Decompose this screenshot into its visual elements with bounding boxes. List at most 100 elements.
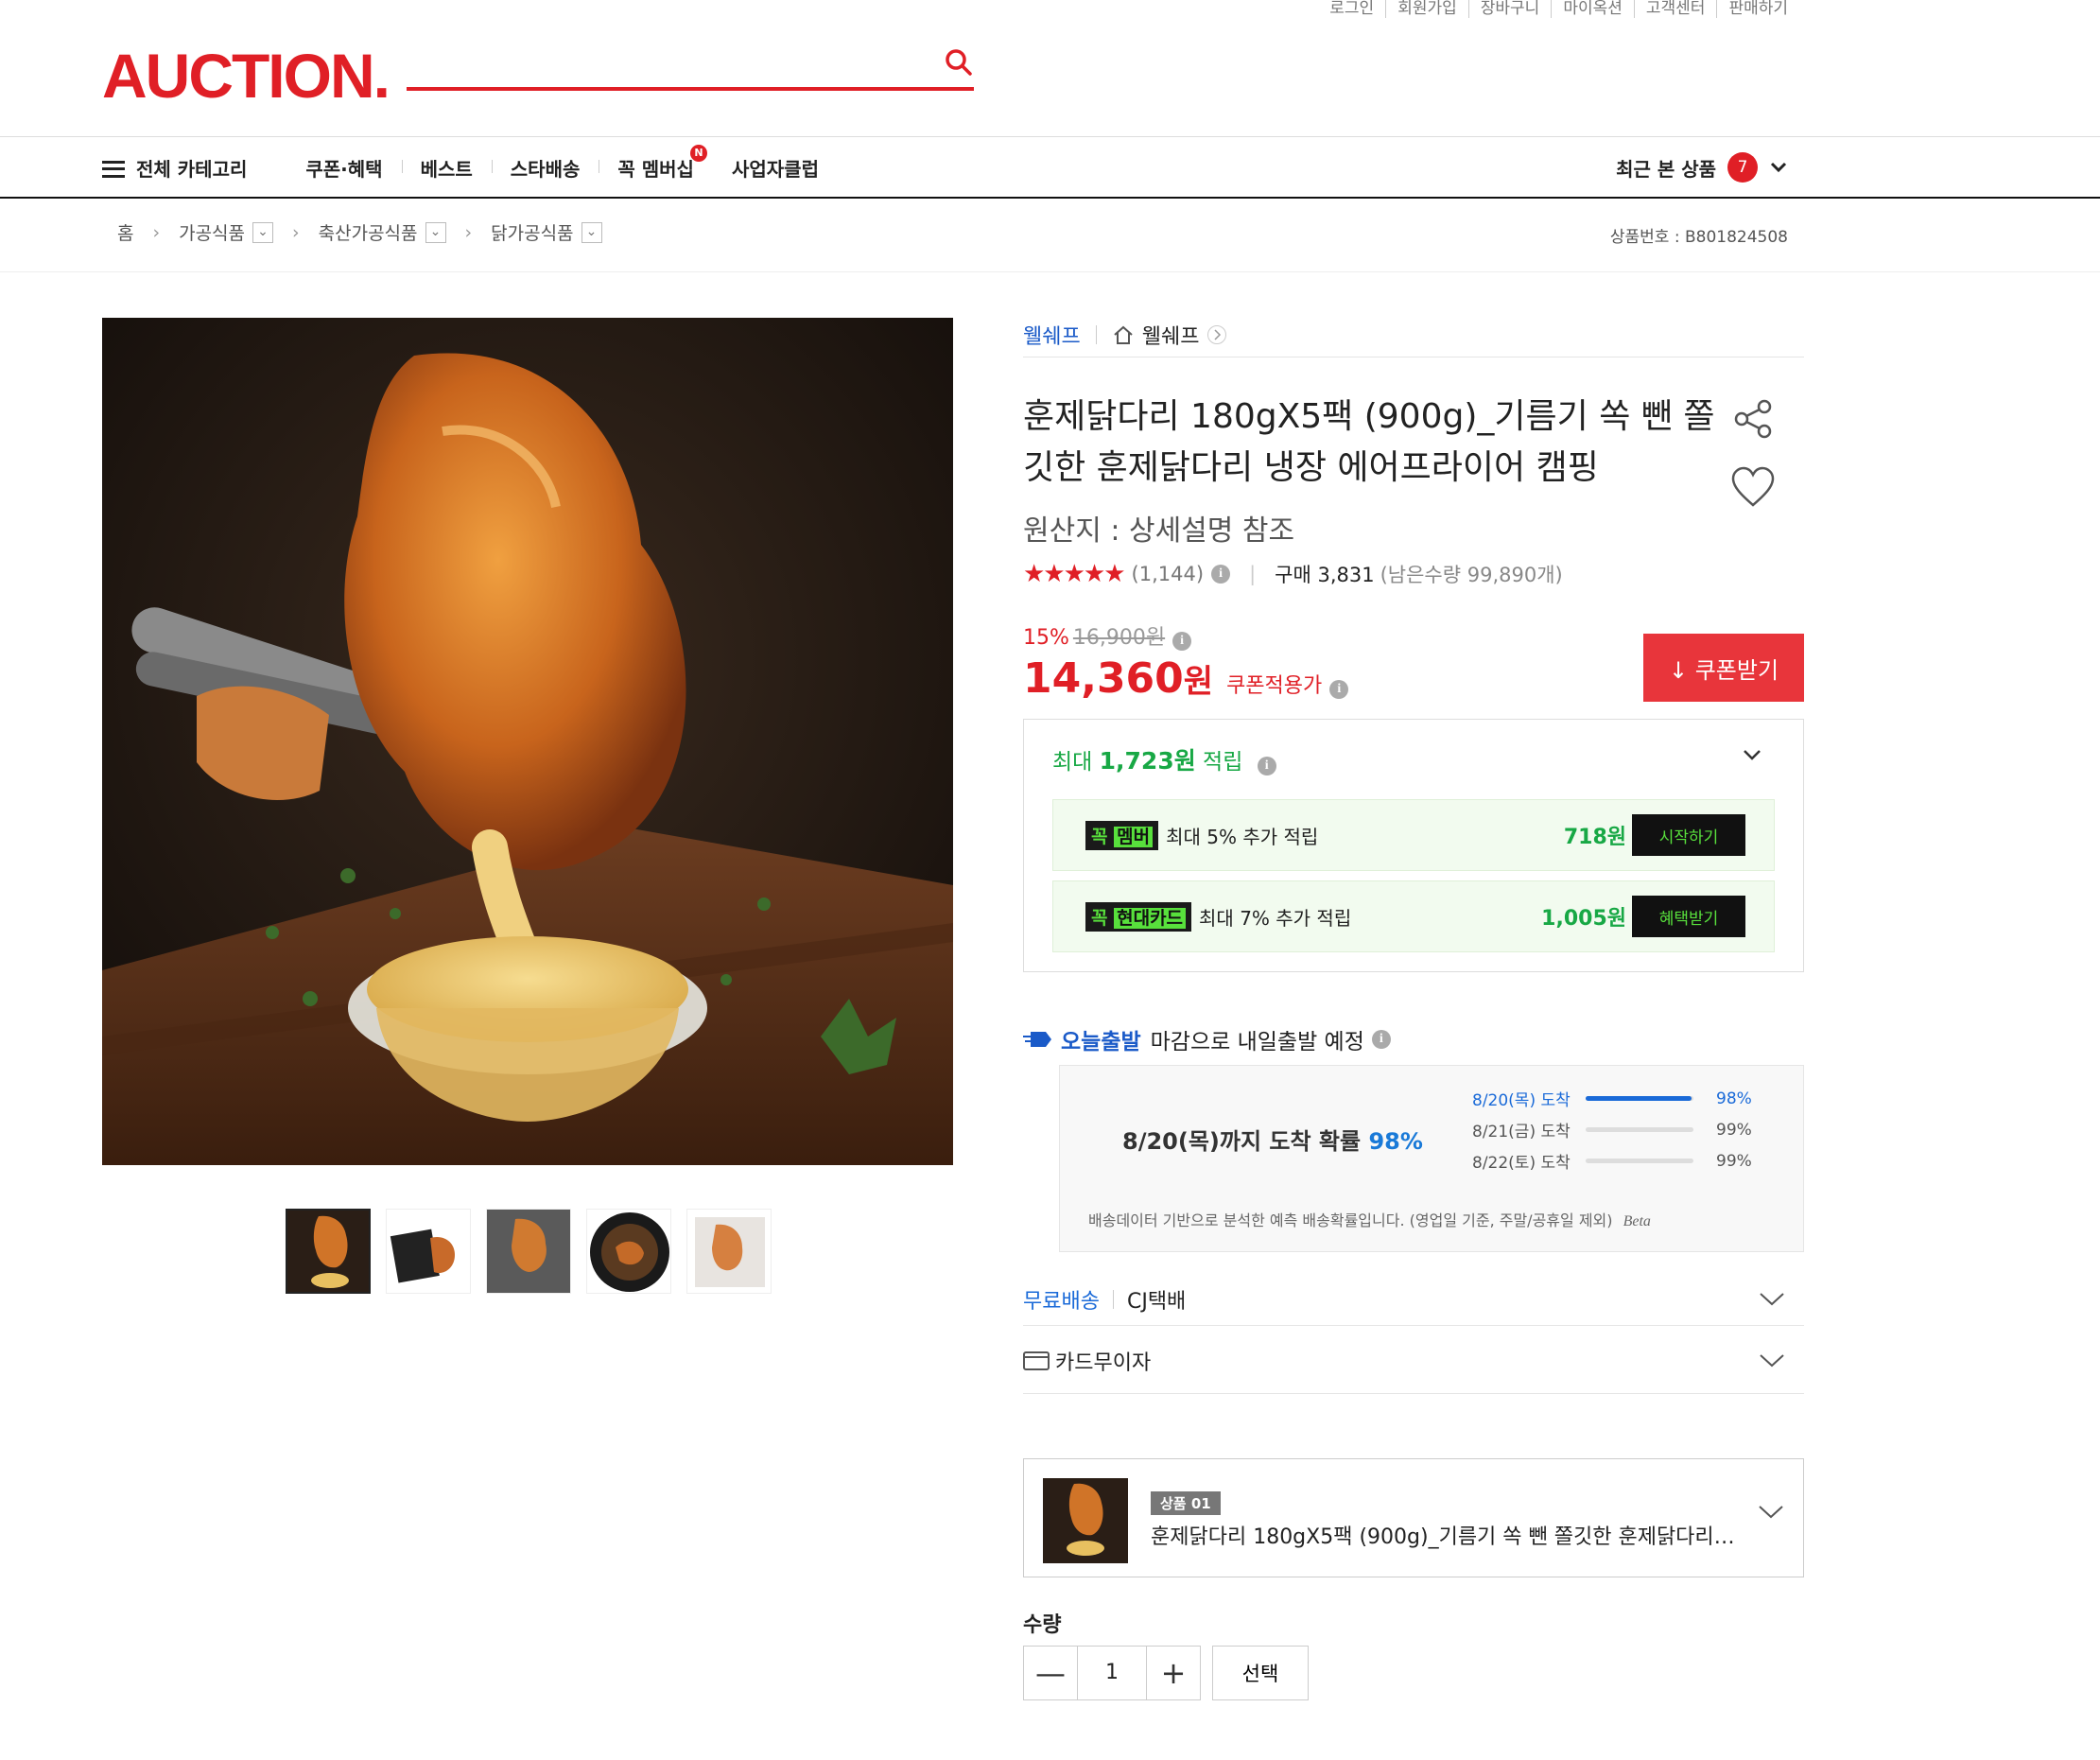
all-category-button[interactable]: 전체 카테고리: [102, 154, 266, 182]
breadcrumb-item-1[interactable]: 가공식품: [179, 219, 245, 245]
search-input[interactable]: [407, 40, 917, 85]
plus-button[interactable]: +: [1147, 1647, 1200, 1699]
delivery-option-row[interactable]: 무료배송 CJ택배: [1023, 1273, 1804, 1326]
seller-name-link[interactable]: 웰쉐프: [1023, 320, 1081, 350]
coupon-download-button[interactable]: ↓ 쿠폰받기: [1643, 634, 1804, 702]
sell-link[interactable]: 판매하기: [1716, 0, 1799, 18]
chevron-right-icon[interactable]: [1206, 324, 1227, 345]
nav-item-star-delivery[interactable]: 스타배송: [491, 154, 599, 182]
divider: [1112, 1289, 1114, 1309]
option-badge: 상품 01: [1151, 1491, 1221, 1515]
chevron-down-icon: [1770, 162, 1787, 173]
chevron-down-icon[interactable]: [1758, 1505, 1784, 1520]
dropdown-toggle-icon[interactable]: ⌄: [252, 221, 274, 243]
info-icon[interactable]: i: [1211, 565, 1231, 584]
thumbnail-3[interactable]: [486, 1209, 571, 1294]
auction-logo[interactable]: AUCTION.: [102, 40, 390, 112]
share-icon[interactable]: [1732, 397, 1776, 441]
purchase-count: 구매 3,831: [1275, 564, 1375, 586]
tag-prefix: 꼭: [1091, 907, 1108, 929]
product-info: 웰쉐프 웰쉐프 훈제닭다리 180gX5팩 (900g)_기름기 쏙 뺀 쫄깃한…: [1023, 312, 1804, 1700]
my-auction-link[interactable]: 마이옥션: [1551, 0, 1634, 18]
minus-button[interactable]: —: [1024, 1647, 1077, 1699]
fast-delivery-icon: [1023, 1032, 1051, 1047]
start-membership-button[interactable]: 시작하기: [1632, 814, 1745, 856]
info-icon[interactable]: i: [1172, 632, 1192, 651]
coupon-button-label: 쿠폰받기: [1694, 656, 1779, 684]
carrier-label: CJ택배: [1126, 1289, 1187, 1314]
nav-item-business-club[interactable]: 사업자클럽: [713, 154, 838, 182]
breadcrumb-item-3[interactable]: 닭가공식품: [491, 219, 573, 245]
info-icon[interactable]: i: [1257, 757, 1276, 775]
probability-text: 8/20(목)까지 도착 확률: [1122, 1128, 1369, 1155]
nav-membership-label: 꼭 멤버십: [617, 157, 694, 181]
heart-icon[interactable]: [1730, 465, 1776, 509]
review-count[interactable]: (1,144): [1132, 563, 1205, 585]
arrival-date: 8/20(목) 도착: [1472, 1091, 1571, 1110]
probability-bars: 8/20(목) 도착 98% 8/21(금) 도착 99% 8/22(토) 도착…: [1472, 1083, 1784, 1176]
thumbnail-list: [286, 1209, 772, 1294]
card-installment-row[interactable]: 카드무이자: [1023, 1328, 1804, 1394]
rating-row: ★★★★★ (1,144) i | 구매 3,831 (남은수량 99,890개…: [1023, 560, 1804, 588]
points-row-amount: 1,005원: [1541, 907, 1626, 931]
nav-item-membership[interactable]: 꼭 멤버십 N: [599, 144, 713, 182]
option-select[interactable]: 상품 01 훈제닭다리 180gX5팩 (900g)_기름기 쏙 뺀 쫄깃한 훈…: [1023, 1458, 1804, 1577]
arrival-percent: 98%: [1716, 1089, 1752, 1108]
thumbnail-4[interactable]: [586, 1209, 671, 1294]
recent-products-button[interactable]: 최근 본 상품 7: [1616, 152, 1788, 183]
points-prefix: 최대: [1052, 750, 1100, 775]
rating-stars: ★★★★★: [1023, 560, 1126, 588]
divider: [1095, 324, 1097, 344]
breadcrumb: 홈 › 가공식품 ⌄ › 축산가공식품 ⌄ › 닭가공식품 ⌄ 상품번호 : B…: [0, 199, 2100, 272]
thumbnail-2[interactable]: [386, 1209, 471, 1294]
membership-tag: 꼭 멤버: [1085, 820, 1159, 850]
chevron-right-icon: ›: [292, 221, 300, 243]
shipping-text: 마감으로 내일출발 예정: [1150, 1030, 1364, 1054]
probability-note: 배송데이터 기반으로 분석한 예측 배송확률입니다. (영업일 기준, 주말/공…: [1088, 1208, 1651, 1230]
nav-item-best[interactable]: 베스트: [401, 154, 492, 182]
signup-link[interactable]: 회원가입: [1385, 0, 1468, 18]
store-link[interactable]: 웰쉐프: [1142, 320, 1200, 350]
quantity-label: 수량: [1023, 1613, 1062, 1637]
select-button[interactable]: 선택: [1212, 1646, 1309, 1700]
seller-bar: 웰쉐프 웰쉐프: [1023, 312, 1804, 357]
points-box: 최대 1,723원 적립 i 꼭 멤버 최대 5% 추가 적립 718원 시작하…: [1023, 719, 1804, 972]
membership-points-row: 꼭 멤버 최대 5% 추가 적립 718원 시작하기: [1052, 799, 1775, 871]
breadcrumb-item-2[interactable]: 축산가공식품: [319, 219, 418, 245]
thumbnail-5[interactable]: [686, 1209, 772, 1294]
quantity-value[interactable]: 1: [1077, 1647, 1147, 1699]
delivery-probability-main: 8/20(목)까지 도착 확률 98%: [1122, 1123, 1423, 1156]
thumbnail-1[interactable]: [286, 1209, 371, 1294]
chevron-down-icon[interactable]: [1743, 748, 1762, 761]
points-row-text: 최대 7% 추가 적립: [1199, 906, 1352, 930]
chevron-down-icon[interactable]: [1759, 1292, 1785, 1307]
probability-row: 8/20(목) 도착 98%: [1472, 1083, 1784, 1114]
option-name: 훈제닭다리 180gX5팩 (900g)_기름기 쏙 뺀 쫄깃한 훈제닭다리 냉…: [1151, 1525, 1737, 1549]
customer-center-link[interactable]: 고객센터: [1633, 0, 1717, 18]
points-header[interactable]: 최대 1,723원 적립 i: [1052, 742, 1276, 776]
chevron-down-icon[interactable]: [1759, 1353, 1785, 1368]
dropdown-toggle-icon[interactable]: ⌄: [581, 221, 602, 243]
product-main-image[interactable]: [102, 318, 953, 1165]
utility-links: 로그인 회원가입 장바구니 마이옥션 고객센터 판매하기: [1318, 0, 1799, 18]
chevron-right-icon: ›: [464, 221, 473, 243]
tag-prefix: 꼭: [1091, 826, 1108, 847]
search-icon[interactable]: [944, 47, 974, 78]
get-benefit-button[interactable]: 혜택받기: [1632, 896, 1745, 937]
recent-products-label: 최근 본 상품: [1616, 157, 1716, 181]
card-icon: [1023, 1350, 1050, 1370]
info-icon[interactable]: i: [1371, 1030, 1391, 1049]
chevron-right-icon: ›: [152, 221, 161, 243]
dropdown-toggle-icon[interactable]: ⌄: [425, 221, 446, 243]
remaining-stock: (남은수량 99,890개): [1380, 564, 1563, 586]
info-icon[interactable]: i: [1329, 680, 1349, 699]
arrival-date: 8/22(토) 도착: [1472, 1154, 1571, 1173]
breadcrumb-home[interactable]: 홈: [117, 219, 133, 245]
cart-link[interactable]: 장바구니: [1467, 0, 1552, 18]
coupon-price-label: 쿠폰적용가: [1226, 674, 1323, 698]
shipping-row: 오늘출발 마감으로 내일출발 예정 i: [1023, 1023, 1391, 1055]
points-amount: 1,723원: [1099, 747, 1196, 775]
points-row-amount: 718원: [1563, 826, 1626, 849]
nav-item-coupon[interactable]: 쿠폰·혜택: [286, 154, 401, 182]
login-link[interactable]: 로그인: [1318, 0, 1385, 18]
